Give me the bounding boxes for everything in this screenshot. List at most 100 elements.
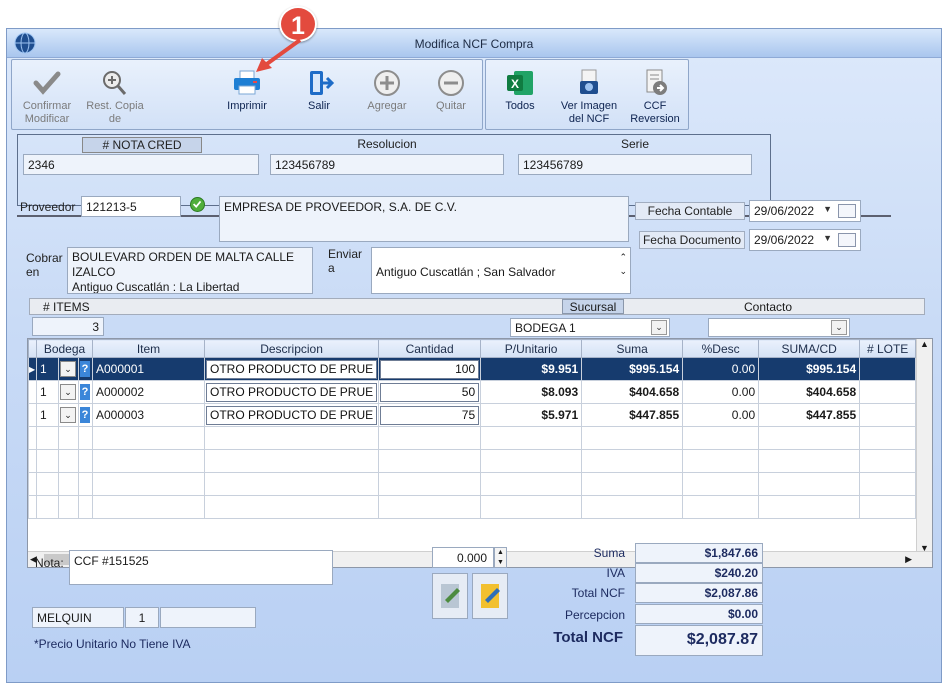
restore-copy-button[interactable]: Rest. Copia de	[84, 60, 146, 131]
col-header-suma[interactable]: Suma	[581, 339, 684, 358]
row-indicator	[28, 403, 37, 427]
cell-suma[interactable]: $447.855	[581, 403, 684, 427]
cell-help[interactable]: ?	[78, 357, 93, 381]
col-header-bodega[interactable]: Bodega	[36, 339, 93, 358]
fecha-contable-picker[interactable]: 29/06/2022 ▼	[749, 200, 861, 222]
cell-help[interactable]: ?	[78, 403, 93, 427]
cell-desc[interactable]: 0.00	[682, 380, 760, 404]
cell-suma[interactable]: $995.154	[581, 357, 684, 381]
cell-punitario[interactable]: $5.971	[480, 403, 583, 427]
cell-bodega-drop[interactable]: ⌄	[58, 403, 79, 427]
stepper-arrows-icon[interactable]: ▲ ▼	[494, 547, 507, 568]
cantidad-input[interactable]: 50	[380, 382, 480, 402]
cell-help[interactable]: ?	[78, 380, 93, 404]
view-image-button[interactable]: Ver Imagen del NCF	[556, 60, 622, 131]
cell-item[interactable]: A000003	[92, 403, 205, 427]
cell-descripcion[interactable]: OTRO PRODUCTO DE PRUE	[203, 357, 380, 381]
calendar-icon[interactable]	[838, 204, 856, 218]
cell-descripcion[interactable]: OTRO PRODUCTO DE PRUE	[203, 380, 380, 404]
cantidad-input[interactable]: 100	[380, 359, 480, 379]
cell-desc[interactable]: 0.00	[682, 403, 760, 427]
cell-punitario[interactable]: $9.951	[480, 357, 583, 381]
chevron-down-icon[interactable]: ⌄	[60, 407, 76, 423]
help-icon[interactable]: ?	[80, 384, 90, 400]
help-icon[interactable]: ?	[80, 361, 90, 377]
descripcion-input[interactable]: OTRO PRODUCTO DE PRUE	[206, 405, 378, 425]
cell-bodega[interactable]: 1	[36, 403, 59, 427]
items-grid[interactable]: Bodega Item Descripcion Cantidad P/Unita…	[27, 338, 933, 568]
col-header-descripcion[interactable]: Descripcion	[203, 339, 380, 358]
cell-bodega[interactable]: 1	[36, 380, 59, 404]
cell-lote[interactable]	[859, 380, 917, 404]
checkmark-icon	[33, 71, 61, 95]
resolucion-field[interactable]: 123456789	[270, 154, 504, 175]
descripcion-input[interactable]: OTRO PRODUCTO DE PRUE	[206, 359, 378, 379]
col-header-desc[interactable]: %Desc	[682, 339, 760, 358]
contacto-select[interactable]: ⌄	[708, 318, 850, 337]
ccf-reversion-button[interactable]: CCF Reversion	[624, 60, 686, 131]
quantity-stepper[interactable]: 0.000	[432, 547, 494, 568]
col-header-punitario[interactable]: P/Unitario	[480, 339, 583, 358]
chevron-down-icon[interactable]: ⌄	[60, 384, 76, 400]
cell-sumacd[interactable]: $404.658	[758, 380, 861, 404]
table-row[interactable]: ▶ 1 ⌄ ? A000001 OTRO PRODUCTO DE PRUE 10…	[28, 357, 917, 381]
cell-cantidad[interactable]: 50	[378, 380, 482, 404]
vertical-scrollbar[interactable]: ▲ ▼	[916, 339, 932, 553]
proveedor-code-field[interactable]: 121213-5	[81, 196, 181, 217]
cell-bodega[interactable]: 1	[36, 357, 59, 381]
suma-label: Suma	[593, 546, 625, 560]
serie-field[interactable]: 123456789	[518, 154, 752, 175]
remove-button[interactable]: Quitar	[422, 60, 480, 131]
user-number-field: 1	[125, 607, 159, 628]
cobrar-field[interactable]: BOULEVARD ORDEN DE MALTA CALLE IZALCO An…	[67, 247, 313, 294]
chevron-down-icon[interactable]: ⌄	[60, 361, 76, 377]
cell-item[interactable]: A000002	[92, 380, 205, 404]
cell-lote[interactable]	[859, 357, 917, 381]
cell-cantidad[interactable]: 100	[378, 357, 482, 381]
col-header-item[interactable]: Item	[92, 339, 205, 358]
scroll-up-arrow-icon[interactable]: ▲	[917, 339, 932, 349]
edit-note-button[interactable]	[432, 573, 468, 619]
chevron-down-icon[interactable]: ⌄	[831, 320, 847, 335]
cell-suma[interactable]: $404.658	[581, 380, 684, 404]
edit-note-alt-button[interactable]	[472, 573, 508, 619]
descripcion-input[interactable]: OTRO PRODUCTO DE PRUE	[206, 382, 378, 402]
cell-descripcion[interactable]: OTRO PRODUCTO DE PRUE	[203, 403, 380, 427]
scroll-right-arrow-icon[interactable]: ▶	[905, 554, 912, 565]
enviar-field[interactable]: Antiguo Cuscatlán ; San Salvador ⌃ ⌄	[371, 247, 631, 294]
col-header-sumacd[interactable]: SUMA/CD	[758, 339, 861, 358]
sucursal-select[interactable]: BODEGA 1 ⌄	[510, 318, 670, 337]
chevron-down-icon[interactable]: ▼	[823, 204, 832, 214]
cell-sumacd[interactable]: $995.154	[758, 357, 861, 381]
add-button[interactable]: Agregar	[356, 60, 418, 131]
chevron-down-icon[interactable]: ⌄	[651, 320, 667, 335]
resolucion-heading: Resolucion	[357, 137, 417, 151]
cell-bodega-drop[interactable]: ⌄	[58, 380, 79, 404]
proveedor-name-field[interactable]: EMPRESA DE PROVEEDOR, S.A. DE C.V.	[219, 196, 629, 242]
cantidad-input[interactable]: 75	[380, 405, 480, 425]
window-title: Modifica NCF Compra	[414, 37, 534, 51]
col-header-lote[interactable]: # LOTE	[859, 339, 917, 358]
check-ok-icon[interactable]	[190, 197, 205, 212]
cell-lote[interactable]	[859, 403, 917, 427]
table-row[interactable]: 1 ⌄ ? A000003 OTRO PRODUCTO DE PRUE 75 $…	[28, 403, 917, 427]
confirm-modify-button[interactable]: Confirmar Modificar	[16, 60, 78, 131]
nota-field[interactable]: CCF #151525	[69, 550, 333, 585]
help-icon[interactable]: ?	[80, 407, 90, 423]
cell-cantidad[interactable]: 75	[378, 403, 482, 427]
iva-value: $240.20	[635, 563, 763, 583]
nota-cred-field[interactable]: 2346	[23, 154, 259, 175]
calendar-icon[interactable]	[838, 233, 856, 247]
table-row[interactable]: 1 ⌄ ? A000002 OTRO PRODUCTO DE PRUE 50 $…	[28, 380, 917, 404]
col-header-cantidad[interactable]: Cantidad	[378, 339, 482, 358]
enviar-scroll-arrows[interactable]: ⌃ ⌄	[619, 250, 627, 278]
cell-item[interactable]: A000001	[92, 357, 205, 381]
total-ncf-label: Total NCF	[571, 586, 625, 600]
cell-bodega-drop[interactable]: ⌄	[58, 357, 79, 381]
all-excel-button[interactable]: X Todos	[490, 60, 550, 131]
cell-punitario[interactable]: $8.093	[480, 380, 583, 404]
cell-desc[interactable]: 0.00	[682, 357, 760, 381]
cell-sumacd[interactable]: $447.855	[758, 403, 861, 427]
fecha-documento-picker[interactable]: 29/06/2022 ▼	[749, 229, 861, 251]
chevron-down-icon[interactable]: ▼	[823, 233, 832, 243]
